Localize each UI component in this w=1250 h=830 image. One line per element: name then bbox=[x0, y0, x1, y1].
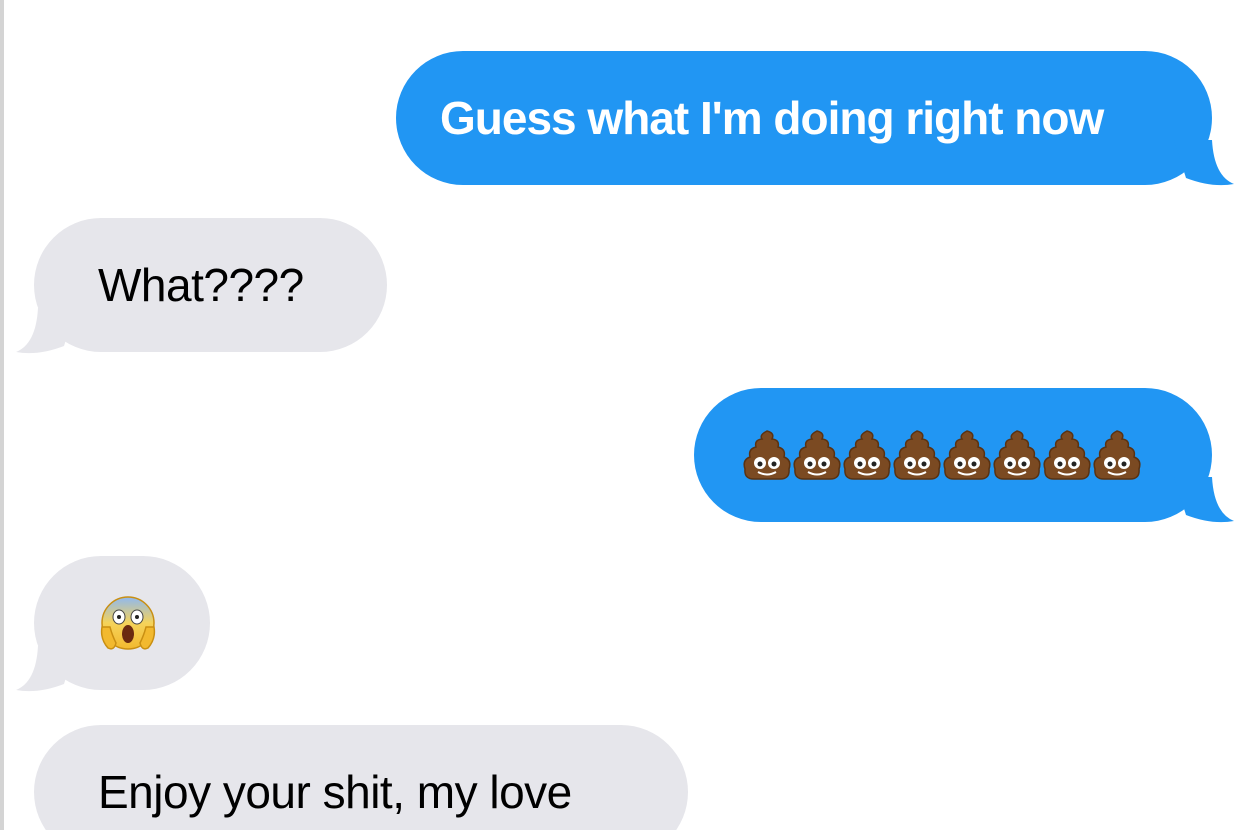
incoming-message-bubble[interactable]: What???? bbox=[34, 218, 387, 352]
pile-of-poo-icon bbox=[1093, 430, 1141, 480]
pile-of-poo-icon bbox=[943, 430, 991, 480]
message-text: Guess what I'm doing right now bbox=[440, 92, 1104, 144]
outgoing-message-bubble[interactable]: Guess what I'm doing right now bbox=[396, 51, 1212, 185]
pile-of-poo-icon bbox=[793, 430, 841, 480]
pile-of-poo-icon bbox=[843, 430, 891, 480]
scream-emoji-row bbox=[98, 556, 210, 690]
pile-of-poo-icon bbox=[1043, 430, 1091, 480]
message-thread: Guess what I'm doing right now What???? bbox=[0, 0, 1250, 830]
poop-emoji-row bbox=[742, 388, 1212, 522]
pile-of-poo-icon bbox=[993, 430, 1041, 480]
face-screaming-in-fear-icon bbox=[100, 596, 156, 650]
incoming-bubble-tail bbox=[16, 646, 76, 692]
outgoing-bubble-tail bbox=[1174, 140, 1234, 186]
pile-of-poo-icon bbox=[743, 430, 791, 480]
message-text: Enjoy your shit, my love bbox=[98, 766, 572, 818]
outgoing-message-bubble[interactable] bbox=[694, 388, 1212, 522]
message-text: What???? bbox=[98, 259, 304, 311]
incoming-message-bubble[interactable]: Enjoy your shit, my love bbox=[34, 725, 688, 830]
pile-of-poo-icon bbox=[893, 430, 941, 480]
outgoing-bubble-tail bbox=[1174, 477, 1234, 523]
incoming-bubble-tail bbox=[16, 308, 76, 354]
